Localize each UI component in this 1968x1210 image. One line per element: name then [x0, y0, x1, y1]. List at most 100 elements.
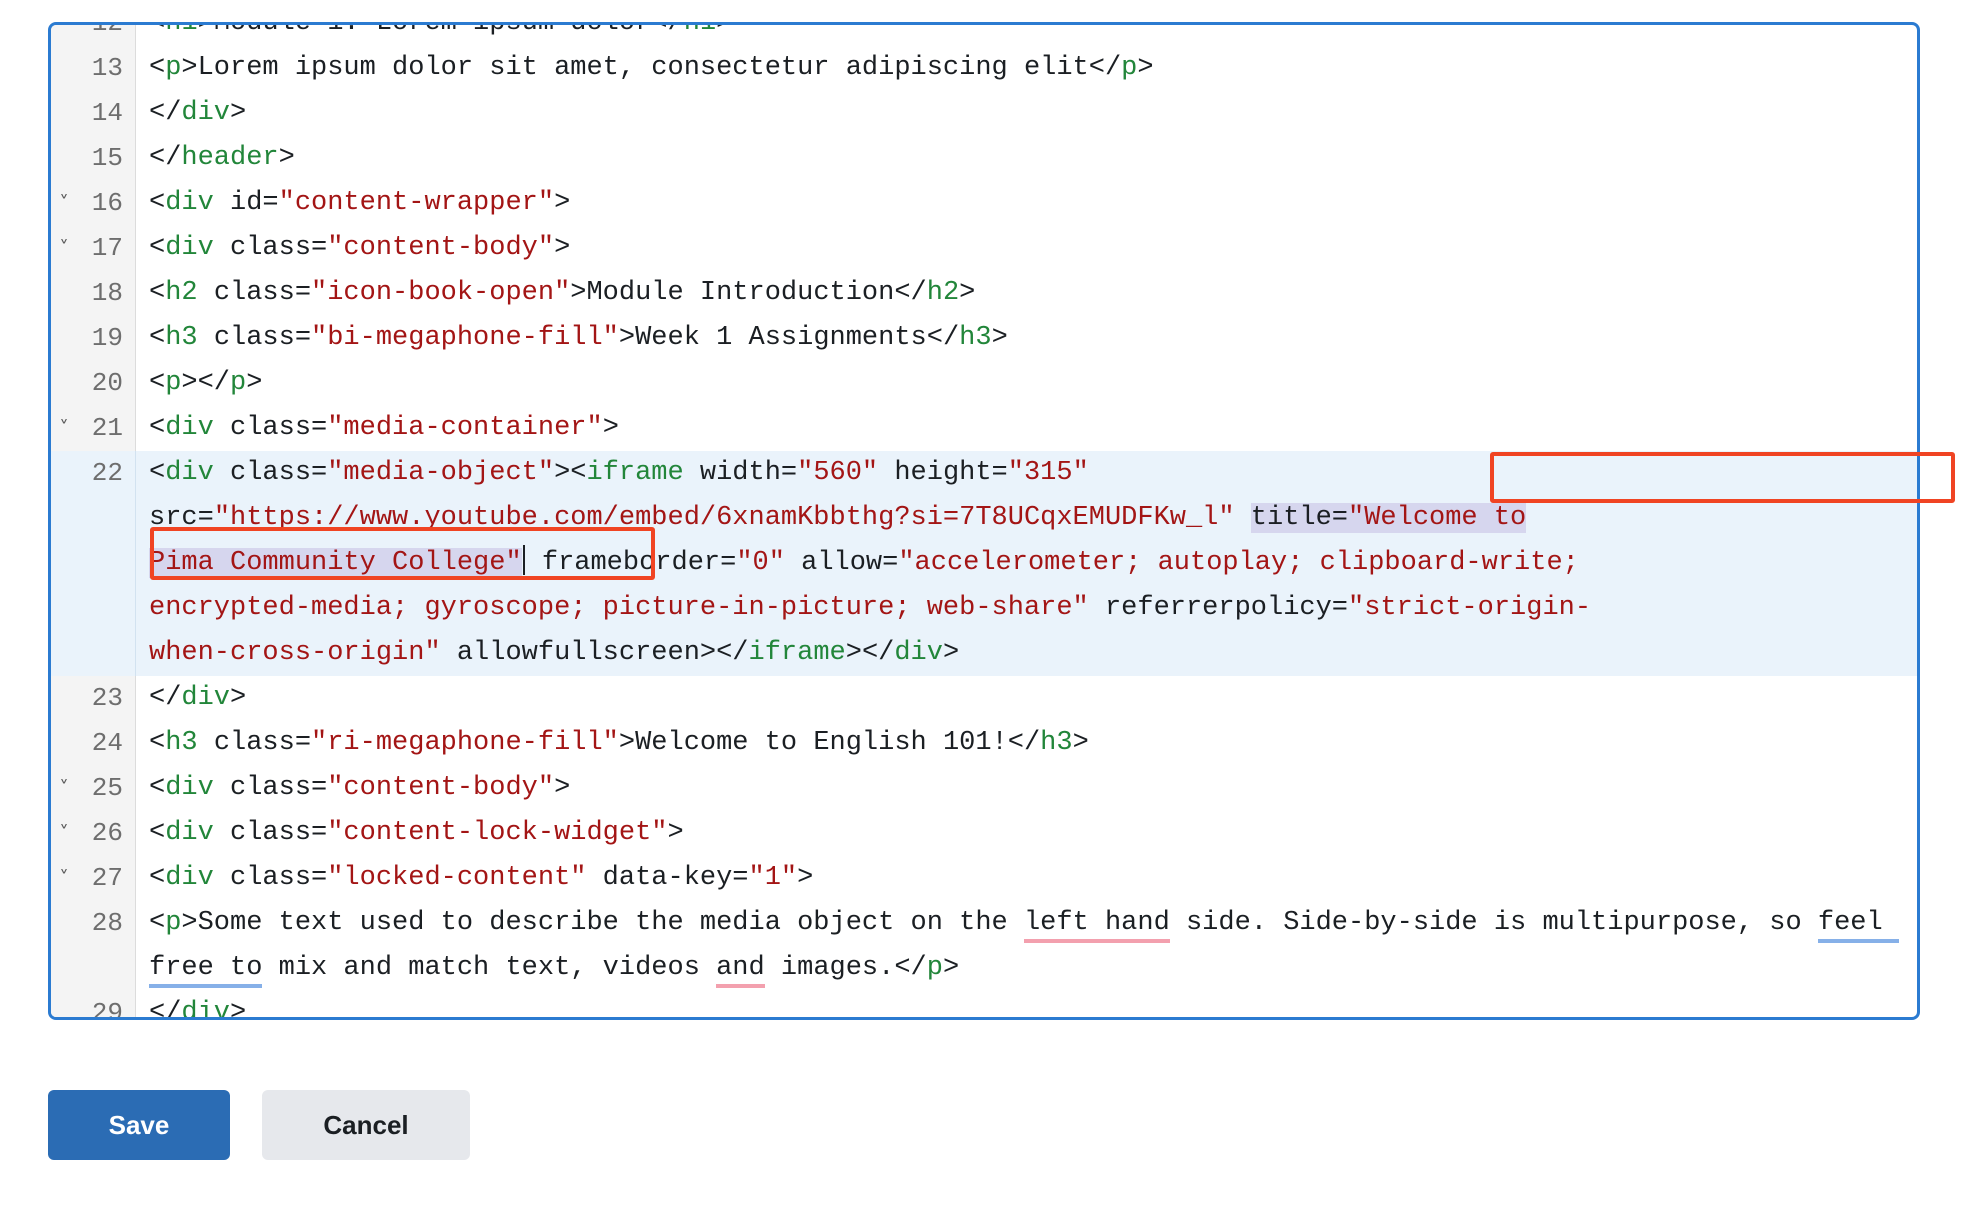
code-line-active[interactable]: 22 <div class="media-object"><iframe wid… [51, 451, 1917, 676]
code-line[interactable]: ˅ 27 <div class="locked-content" data-ke… [51, 856, 1917, 901]
token-punct: < [149, 908, 166, 938]
token-value: "content-lock-widget" [327, 818, 668, 848]
chevron-down-icon[interactable]: ˅ [51, 181, 77, 226]
code-line-content[interactable]: <h3 class="ri-megaphone-fill">Welcome to… [135, 721, 1917, 766]
token-punct: < [149, 728, 166, 758]
form-actions: Save Cancel [48, 1090, 470, 1160]
token-tag: p [165, 368, 182, 398]
line-number: 18 [91, 278, 123, 308]
token-attr: class= [213, 278, 312, 308]
token-punct: > [181, 908, 198, 938]
token-text: Lorem ipsum dolor sit amet, consectetur … [197, 53, 1089, 83]
code-line[interactable]: 29 </div> [51, 991, 1917, 1017]
chevron-down-icon[interactable]: ˅ [51, 766, 77, 811]
line-number: 24 [91, 728, 123, 758]
code-line[interactable]: 18 <h2 class="icon-book-open">Module Int… [51, 271, 1917, 316]
token-attr: frameborder= [541, 548, 737, 578]
code-line-content[interactable]: </header> [135, 136, 1917, 181]
code-line[interactable]: ˅ 26 <div class="content-lock-widget"> [51, 811, 1917, 856]
cancel-button[interactable]: Cancel [262, 1090, 470, 1160]
code-line[interactable]: 15 </header> [51, 136, 1917, 181]
code-line-content[interactable]: <div class="media-container"> [135, 406, 1917, 451]
token-punct: > [602, 413, 619, 443]
chevron-down-icon[interactable]: ˅ [51, 811, 77, 856]
code-line[interactable]: 20 <p></p> [51, 361, 1917, 406]
code-line[interactable]: 14 </div> [51, 91, 1917, 136]
token-attr: class= [230, 863, 328, 893]
code-line-content[interactable]: <h3 class="bi-megaphone-fill">Week 1 Ass… [135, 316, 1917, 361]
token-value: "strict-origin- [1348, 593, 1592, 623]
token-tag: p [165, 908, 182, 938]
chevron-down-icon[interactable]: ˅ [51, 406, 77, 451]
code-line[interactable]: 12 <h1>Module 1: Lorem ipsum dolor</h1> [51, 22, 1917, 46]
code-scroll-area[interactable]: 12 <h1>Module 1: Lorem ipsum dolor</h1> … [51, 22, 1917, 1017]
code-line[interactable]: ˅ 16 <div id="content-wrapper"> [51, 181, 1917, 226]
code-line-content[interactable]: <div class="content-body"> [135, 766, 1917, 811]
token-punct: < [149, 53, 166, 83]
code-line[interactable]: ˅ 21 <div class="media-container"> [51, 406, 1917, 451]
line-number: 28 [91, 908, 123, 938]
chevron-down-icon[interactable]: ˅ [51, 856, 77, 901]
token-value: "bi-megaphone-fill" [311, 323, 619, 353]
token-value: "1" [748, 863, 798, 893]
html-code-editor[interactable]: 12 <h1>Module 1: Lorem ipsum dolor</h1> … [48, 22, 1920, 1020]
token-value: "content-body" [327, 233, 555, 263]
token-attr: width= [699, 458, 798, 488]
code-line-content[interactable]: <div class="media-object"><iframe width=… [135, 451, 1917, 676]
token-value: "0" [736, 548, 785, 578]
code-line[interactable]: ˅ 25 <div class="content-body"> [51, 766, 1917, 811]
token-punct: > [618, 323, 636, 353]
code-line[interactable]: 28 <p>Some text used to describe the med… [51, 901, 1917, 991]
line-number: 22 [91, 458, 123, 488]
token-tag: p [1121, 53, 1138, 83]
token-value: Pima Community College" [149, 548, 522, 578]
token-value: "content-body" [327, 773, 555, 803]
token-value: "ri-megaphone-fill" [311, 728, 619, 758]
token-punct: > [991, 323, 1008, 353]
token-tag: div [181, 683, 231, 713]
code-line-content[interactable]: <div class="content-body"> [135, 226, 1917, 271]
code-line[interactable]: 13 <p>Lorem ipsum dolor sit amet, consec… [51, 46, 1917, 91]
spelling-error-and[interactable]: and [716, 953, 765, 988]
selected-text-part2[interactable]: Pima Community College" [149, 548, 522, 578]
token-punct: > [554, 773, 571, 803]
token-punct: > [230, 98, 247, 128]
code-line-content[interactable]: <h2 class="icon-book-open">Module Introd… [135, 271, 1917, 316]
code-line[interactable]: 19 <h3 class="bi-megaphone-fill">Week 1 … [51, 316, 1917, 361]
token-value: "media-container" [327, 413, 603, 443]
token-punct: < [149, 323, 166, 353]
code-line-content[interactable]: </div> [135, 91, 1917, 136]
selected-text-part1[interactable]: title="Welcome to [1250, 503, 1527, 533]
token-punct: </ [1007, 728, 1041, 758]
token-punct: > [554, 458, 571, 488]
code-line-content[interactable]: <h1>Module 1: Lorem ipsum dolor</h1> [135, 22, 1917, 46]
code-line[interactable]: 24 <h3 class="ri-megaphone-fill">Welcome… [51, 721, 1917, 766]
spelling-error-left-hand[interactable]: left hand [1023, 908, 1170, 943]
token-value: "560" [797, 458, 879, 488]
code-line-content[interactable]: <p>Some text used to describe the media … [135, 901, 1917, 991]
code-line-content[interactable]: </div> [135, 991, 1917, 1017]
line-number: 17 [91, 233, 123, 263]
code-line-content[interactable]: <div id="content-wrapper"> [135, 181, 1917, 226]
code-line-content[interactable]: </div> [135, 676, 1917, 721]
line-number: 20 [91, 368, 123, 398]
token-punct: > [699, 638, 717, 668]
token-punct: < [149, 773, 166, 803]
code-line-content[interactable]: <p></p> [135, 361, 1917, 406]
code-line-content[interactable]: <div class="locked-content" data-key="1"… [135, 856, 1917, 901]
code-line[interactable]: ˅ 17 <div class="content-body"> [51, 226, 1917, 271]
token-punct: < [149, 368, 166, 398]
code-line-content[interactable]: <div class="content-lock-widget"> [135, 811, 1917, 856]
token-tag: iframe [586, 458, 684, 488]
code-line-content[interactable]: <p>Lorem ipsum dolor sit amet, consectet… [135, 46, 1917, 91]
save-button[interactable]: Save [48, 1090, 230, 1160]
code-line[interactable]: 23 </div> [51, 676, 1917, 721]
token-text: side. Side-by-side is multipurpose, so [1169, 908, 1818, 938]
token-tag: h1 [683, 22, 717, 38]
chevron-down-icon[interactable]: ˅ [51, 226, 77, 271]
token-tag: div [165, 413, 214, 443]
